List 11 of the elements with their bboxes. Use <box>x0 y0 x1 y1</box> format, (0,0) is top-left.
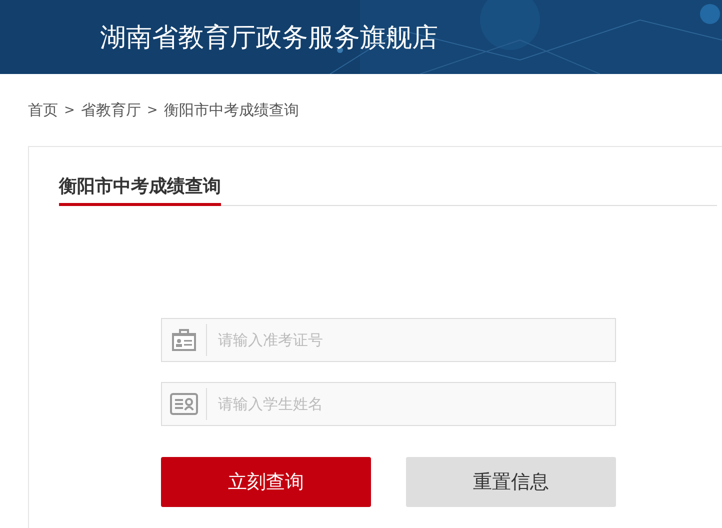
query-button[interactable]: 立刻查询 <box>161 457 371 507</box>
breadcrumb-link[interactable]: 省教育厅 <box>80 100 141 120</box>
breadcrumb-link[interactable]: 首页 <box>28 100 58 120</box>
breadcrumb-separator: > <box>146 102 158 118</box>
input-field[interactable]: 请输入准考证号 <box>161 318 616 362</box>
reset-button[interactable]: 重置信息 <box>406 457 616 507</box>
input-field[interactable]: 请输入学生姓名 <box>161 382 616 426</box>
breadcrumb-current: 衡阳市中考成绩查询 <box>164 100 299 120</box>
panel-tab[interactable]: 衡阳市中考成绩查询 <box>59 171 221 206</box>
store-title: 湖南省教育厅政务服务旗舰店 <box>100 22 438 54</box>
breadcrumb-separator: > <box>64 102 75 118</box>
